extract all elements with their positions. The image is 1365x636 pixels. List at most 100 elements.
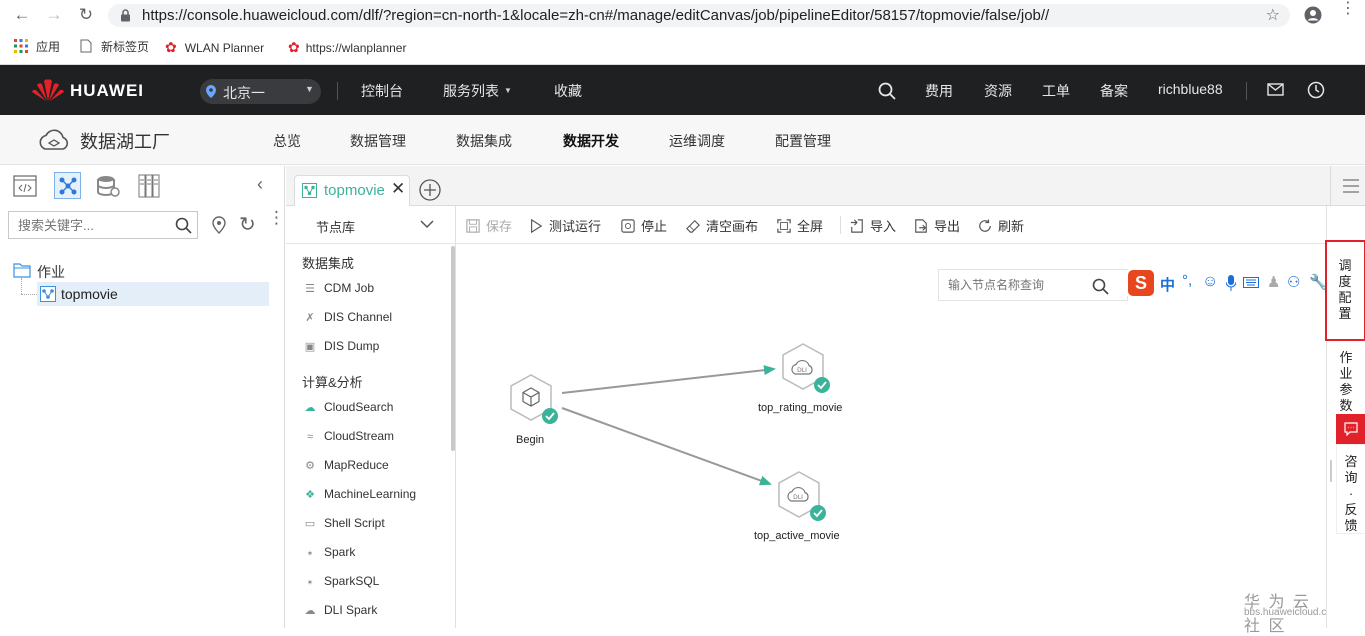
- scrollbar-thumb[interactable]: [451, 246, 455, 451]
- layers-icon: ☰: [305, 283, 315, 295]
- add-tab-icon[interactable]: [419, 179, 441, 201]
- export-icon: [915, 219, 927, 233]
- collapse-panel-icon[interactable]: ‹: [257, 174, 263, 195]
- canvas-node-begin[interactable]: [510, 374, 558, 424]
- mail-icon[interactable]: [1267, 83, 1284, 96]
- more-options-icon[interactable]: ⋮: [268, 209, 285, 226]
- nav-billing[interactable]: 费用: [925, 81, 953, 101]
- bookmark-wlan-planner[interactable]: ✿ WLAN Planner: [165, 38, 264, 56]
- huawei-logo-icon[interactable]: [31, 77, 65, 103]
- import-button[interactable]: 导入: [849, 216, 896, 235]
- database-icon[interactable]: [96, 174, 120, 198]
- node-item-dis-dump[interactable]: ▣ DIS Dump: [302, 337, 380, 355]
- node-item-dis-channel[interactable]: ✗ DIS Channel: [302, 308, 392, 326]
- tab-topmovie[interactable]: topmovie ✕: [294, 175, 410, 206]
- address-bar[interactable]: https://console.huaweicloud.com/dlf/?reg…: [108, 4, 1290, 27]
- node-category: 计算&分析: [302, 375, 363, 390]
- spark-icon: ✶: [306, 578, 314, 587]
- reload-icon[interactable]: ↻: [76, 5, 96, 25]
- refresh-button[interactable]: 刷新: [977, 216, 1024, 235]
- nav-favorites[interactable]: 收藏: [554, 81, 582, 101]
- stop-button[interactable]: 停止: [620, 216, 667, 235]
- locate-icon[interactable]: [212, 216, 226, 234]
- node-item-cloudsearch[interactable]: ☁ CloudSearch: [302, 398, 394, 416]
- schedule-config-label: 调度配置: [1338, 258, 1352, 321]
- node-item-dli-spark[interactable]: ☁ DLI Spark: [302, 601, 378, 619]
- resource-icon[interactable]: [138, 174, 160, 198]
- hamburger-menu-icon[interactable]: [1342, 178, 1360, 194]
- spark-icon: ✶: [306, 549, 314, 558]
- tab-overview[interactable]: 总览: [273, 131, 301, 151]
- nav-username[interactable]: richblue88: [1158, 81, 1223, 97]
- chat-icon: [1344, 422, 1358, 436]
- more-menu-icon[interactable]: ⋮: [1340, 1, 1356, 17]
- feedback-label[interactable]: 咨询·反馈: [1344, 454, 1358, 534]
- nav-icp[interactable]: 备案: [1100, 81, 1128, 101]
- job-search-box: [8, 211, 198, 239]
- tab-data-development[interactable]: 数据开发: [563, 131, 619, 151]
- canvas-toolbar: 保存 测试运行 停止 清空画布 全屏 导入 导出 刷新: [456, 206, 1326, 244]
- schedule-config-button[interactable]: 调度配置: [1325, 240, 1365, 341]
- caret-down-icon: ▼: [504, 86, 512, 95]
- nav-service-list[interactable]: 服务列表: [443, 81, 499, 101]
- nav-console[interactable]: 控制台: [361, 81, 403, 101]
- bookmark-apps[interactable]: 应用: [14, 38, 60, 56]
- clock-icon[interactable]: [1307, 81, 1325, 99]
- job-tab-active[interactable]: [54, 172, 81, 199]
- node-item-spark[interactable]: ✶ Spark: [302, 543, 356, 561]
- export-button[interactable]: 导出: [913, 216, 960, 235]
- node-item-cloudstream[interactable]: ≈ CloudStream: [302, 427, 394, 445]
- fullscreen-button[interactable]: 全屏: [776, 216, 823, 235]
- fullscreen-icon: [777, 219, 791, 233]
- search-icon[interactable]: [175, 217, 192, 234]
- job-search-input[interactable]: [9, 212, 164, 238]
- account-icon[interactable]: [1304, 6, 1322, 24]
- node-item-sparksql[interactable]: ✶ SparkSQL: [302, 572, 380, 590]
- right-sidebar: 调度配置 作业参数 咨询·反馈: [1325, 206, 1365, 628]
- stop-icon: [621, 219, 635, 233]
- nav-tickets[interactable]: 工单: [1042, 81, 1070, 101]
- import-icon: [850, 219, 863, 233]
- node-item-cdm-job[interactable]: ☰ CDM Job: [302, 279, 374, 297]
- script-icon[interactable]: [13, 175, 37, 197]
- canvas-node-top-rating-movie[interactable]: DLI: [782, 343, 830, 393]
- forward-icon[interactable]: →: [44, 5, 64, 25]
- bookmark-wlanplanner-url[interactable]: ✿ https://wlanplanner: [288, 38, 406, 56]
- chevron-down-icon[interactable]: [420, 220, 434, 229]
- node-item-shell-script[interactable]: ▭ Shell Script: [302, 514, 385, 532]
- refresh-icon[interactable]: ↻: [239, 212, 256, 237]
- search-icon[interactable]: [878, 82, 896, 100]
- folder-label[interactable]: 作业: [37, 262, 65, 282]
- tree-item-topmovie[interactable]: topmovie: [37, 282, 269, 306]
- star-icon[interactable]: ☆: [1266, 5, 1280, 25]
- close-icon[interactable]: ✕: [391, 179, 405, 199]
- feedback-button[interactable]: [1336, 414, 1365, 444]
- node-item-machinelearning[interactable]: ❖ MachineLearning: [302, 485, 416, 503]
- tab-data-management[interactable]: 数据管理: [350, 131, 406, 151]
- job-canvas[interactable]: S 中 °, ☺ ♟ ⚇ 🔧: [456, 244, 1340, 635]
- region-select[interactable]: 北京一 ▼: [200, 79, 321, 104]
- tab-ops-scheduling[interactable]: 运维调度: [669, 131, 725, 151]
- save-button[interactable]: 保存: [465, 216, 512, 235]
- success-check-icon: [542, 408, 558, 424]
- cylinder-icon: ▣: [304, 341, 316, 353]
- success-check-icon: [810, 505, 826, 521]
- cloud-icon: ☁: [304, 402, 316, 414]
- tab-config-management[interactable]: 配置管理: [775, 131, 831, 151]
- job-params-button[interactable]: 作业参数: [1339, 350, 1353, 414]
- stream-icon: ≈: [306, 431, 314, 443]
- clear-canvas-button[interactable]: 清空画布: [685, 216, 758, 235]
- edge-begin-to-active[interactable]: [561, 407, 772, 486]
- canvas-node-label: Begin: [516, 434, 545, 446]
- node-item-mapreduce[interactable]: ⚙ MapReduce: [302, 456, 389, 474]
- test-run-button[interactable]: 测试运行: [528, 216, 601, 235]
- page-icon: [80, 39, 92, 53]
- tab-data-integration[interactable]: 数据集成: [456, 131, 512, 151]
- workflow-icon: [59, 177, 77, 195]
- edge-begin-to-rating[interactable]: [561, 365, 776, 394]
- bookmark-new-tab[interactable]: 新标签页: [80, 38, 149, 56]
- play-icon: [531, 219, 543, 233]
- canvas-node-top-active-movie[interactable]: DLI: [778, 471, 826, 521]
- nav-resources[interactable]: 资源: [984, 81, 1012, 101]
- back-icon[interactable]: ←: [12, 5, 32, 25]
